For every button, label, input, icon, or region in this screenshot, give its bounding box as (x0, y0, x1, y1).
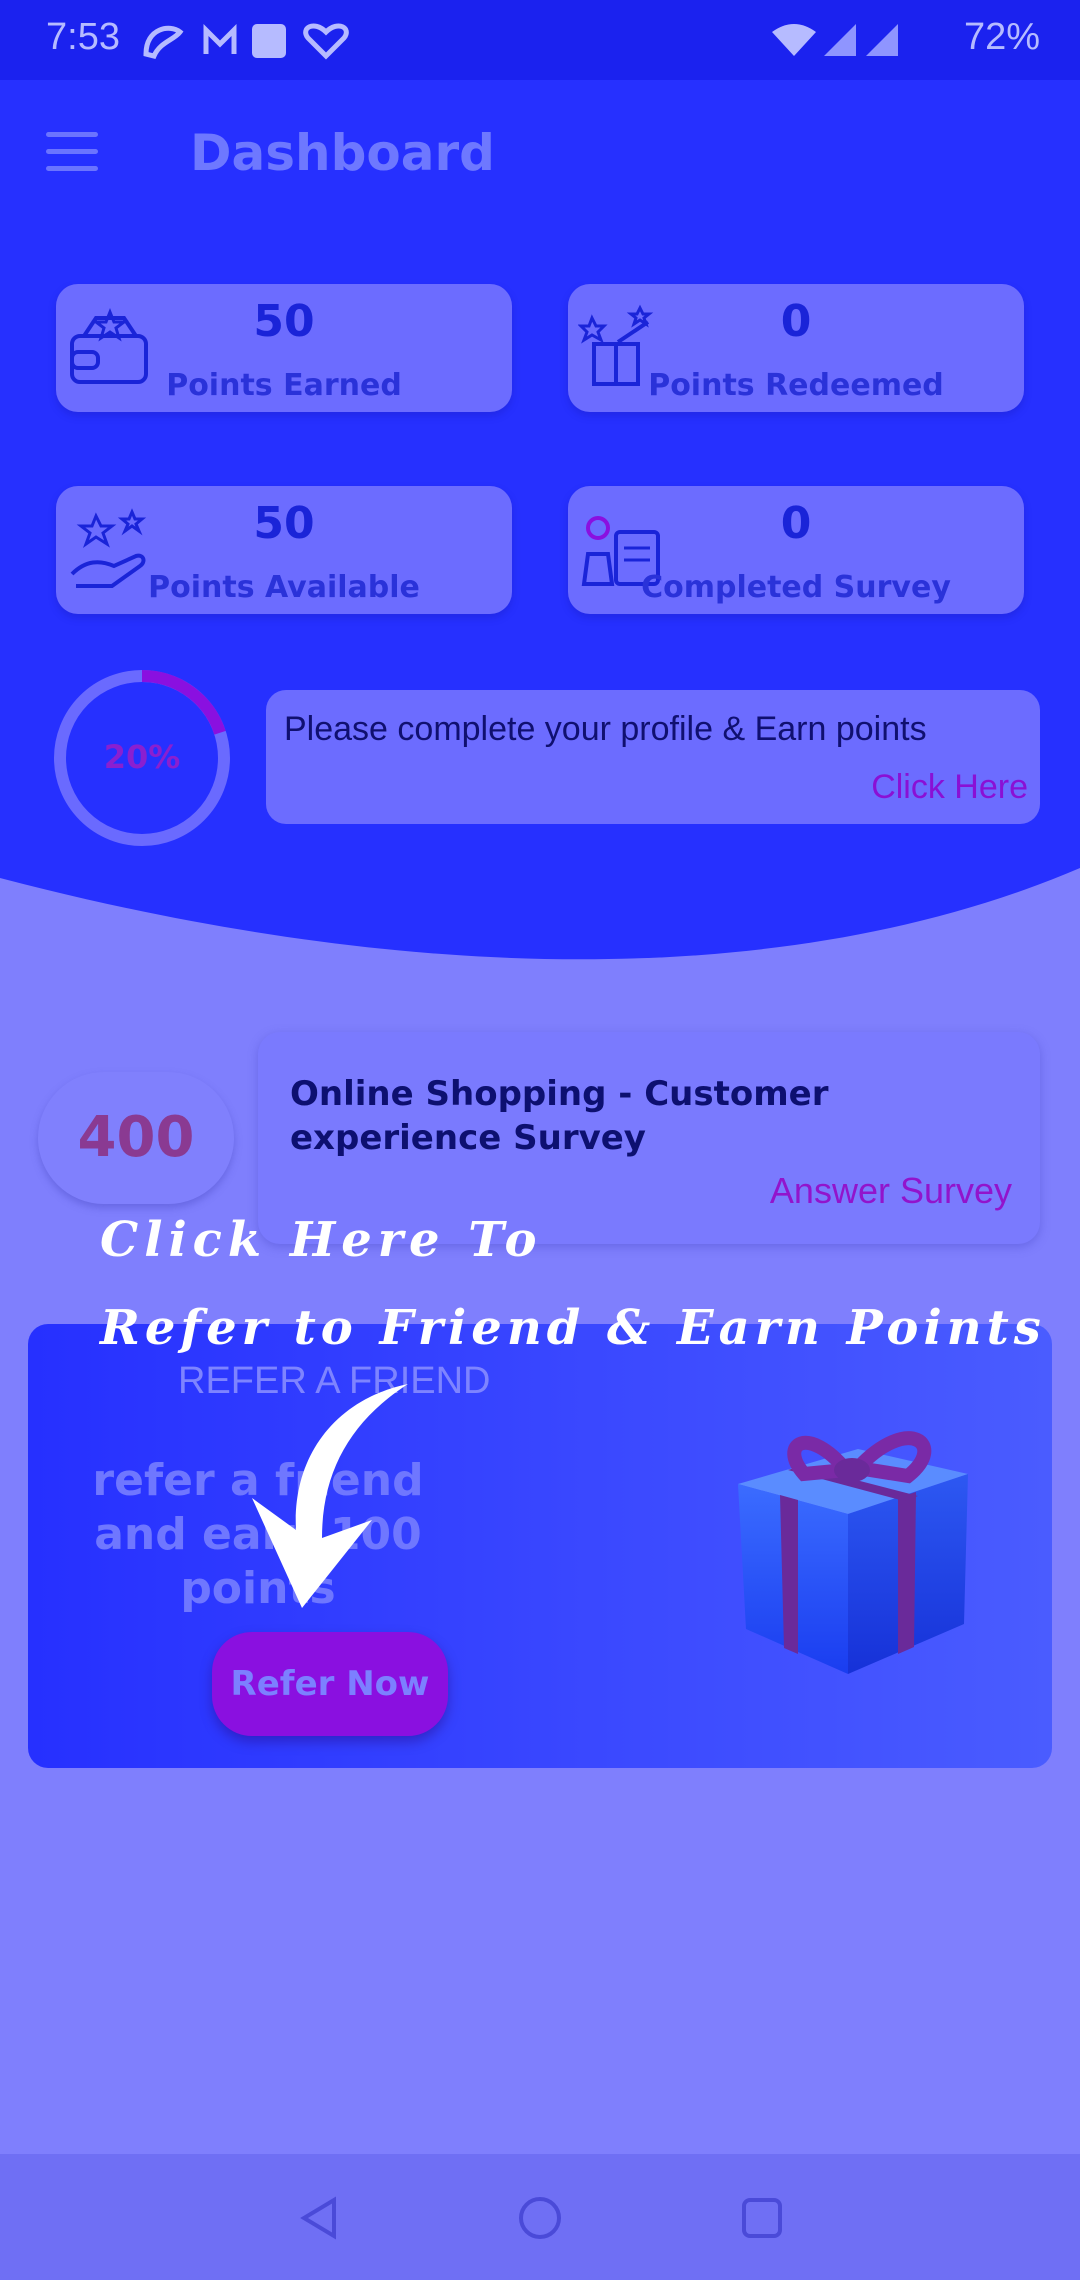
profile-complete-card: Please complete your profile & Earn poin… (266, 690, 1040, 824)
stat-value: 0 (780, 296, 812, 347)
status-time: 7:53 (46, 16, 120, 58)
page-title: Dashboard (190, 124, 495, 182)
app-header: Dashboard (0, 80, 1080, 231)
back-icon[interactable] (296, 2194, 344, 2242)
survey-points-badge: 400 (38, 1072, 234, 1204)
stat-value: 0 (780, 498, 812, 549)
battery-percent: 72% (963, 16, 1040, 58)
notification-icons (143, 23, 349, 60)
profile-click-here-link[interactable]: Click Here (871, 768, 1028, 807)
profile-progress-text: 20% (103, 738, 181, 776)
menu-icon[interactable] (46, 132, 98, 172)
stat-label: Points Earned (166, 368, 402, 403)
stat-card-points-redeemed[interactable]: 0 Points Redeemed (568, 284, 1024, 412)
signal-wifi-icons (772, 24, 898, 56)
stat-label: Points Redeemed (648, 368, 944, 403)
stat-label: Points Available (148, 570, 420, 605)
curved-arrow-icon (252, 1384, 408, 1608)
stat-card-completed-survey[interactable]: 0 Completed Survey (568, 486, 1024, 614)
refer-now-button[interactable]: Refer Now (212, 1632, 448, 1736)
stat-card-points-available[interactable]: 50 Points Available (56, 486, 512, 614)
stat-card-points-earned[interactable]: 50 Points Earned (56, 284, 512, 412)
profile-message: Please complete your profile & Earn poin… (284, 710, 927, 748)
home-icon[interactable] (516, 2194, 564, 2242)
answer-survey-link[interactable]: Answer Survey (770, 1170, 1012, 1212)
system-nav-bar (0, 2154, 1080, 2280)
stat-value: 50 (253, 296, 315, 347)
overlay-instruction-line2: Refer to Friend & Earn Points (100, 1300, 1046, 1356)
refer-friend-card: REFER A FRIEND refer a friend and earn 1… (28, 1324, 1052, 1768)
status-bar: 7:53 72% (0, 0, 1080, 80)
stat-label: Completed Survey (641, 570, 951, 605)
overlay-instruction-line1: Click Here To (100, 1212, 543, 1268)
gift-illustration-icon (738, 1431, 968, 1674)
stat-value: 50 (253, 498, 315, 549)
survey-title: Online Shopping - Customer experience Su… (290, 1074, 829, 1158)
recents-icon[interactable] (738, 2194, 786, 2242)
